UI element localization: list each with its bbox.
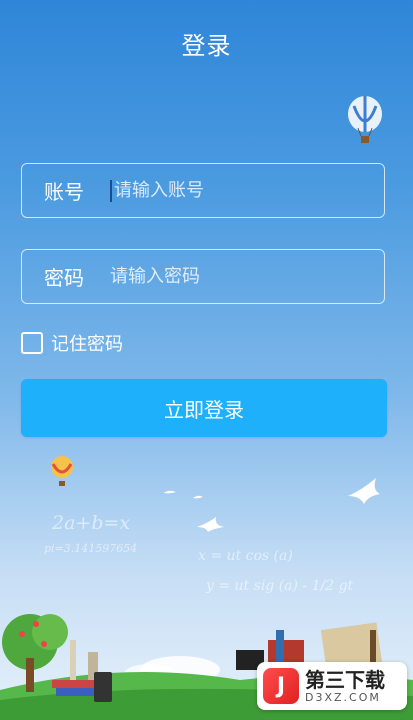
remember-password-toggle[interactable]: 记住密码	[21, 330, 123, 356]
password-field[interactable]: 密码	[21, 249, 385, 304]
watermark-site: D3XZ.COM	[305, 690, 381, 704]
account-input[interactable]	[114, 180, 364, 201]
remember-label: 记住密码	[51, 334, 123, 355]
hot-air-balloon-icon	[348, 96, 382, 143]
formula-text: pi=3.141597654	[44, 542, 138, 555]
login-screen: 登录 账号 密码 记住密码 立即登录	[0, 0, 413, 720]
dove-icon	[348, 478, 380, 504]
account-field[interactable]: 账号	[21, 163, 385, 218]
account-label: 账号	[44, 180, 84, 204]
bird-icon-2	[193, 495, 203, 499]
bird-icon	[164, 490, 176, 494]
remember-checkbox[interactable]	[21, 332, 43, 354]
dove-icon-small	[197, 517, 224, 532]
watermark-name: 第三下载	[305, 667, 385, 692]
page-title: 登录	[181, 32, 232, 60]
password-input[interactable]	[110, 266, 360, 287]
formula-text: 2a+b=x	[52, 512, 131, 534]
small-balloon-icon	[51, 456, 73, 486]
watermark-badge: J 第三下载 D3XZ.COM	[257, 662, 407, 710]
formula-text: y = ut sig (a) - 1/2 gt	[206, 578, 354, 594]
text-caret	[110, 179, 112, 202]
password-label: 密码	[44, 266, 84, 290]
watermark-text: 第三下载 D3XZ.COM	[305, 669, 385, 704]
watermark-logo-icon: J	[263, 668, 299, 704]
formula-text: x = ut cos (a)	[198, 548, 293, 564]
login-button[interactable]: 立即登录	[21, 379, 387, 437]
